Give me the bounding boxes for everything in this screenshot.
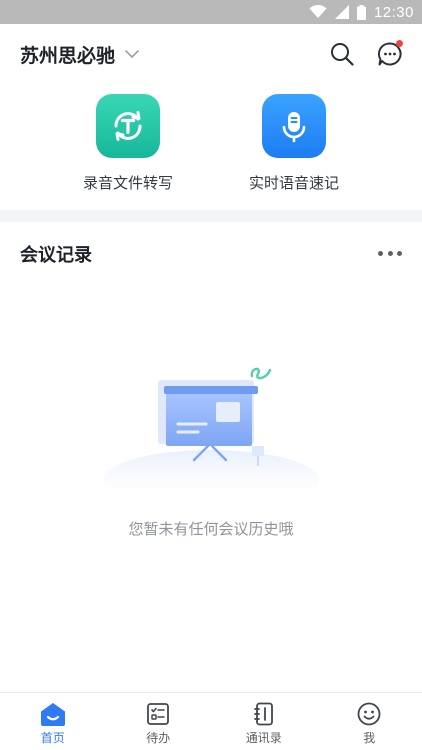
tab-me[interactable]: 我 bbox=[317, 693, 422, 750]
tab-todo[interactable]: 待办 bbox=[106, 693, 212, 750]
search-icon bbox=[331, 43, 354, 66]
wifi-icon bbox=[309, 5, 327, 18]
realtime-shorthand-label: 实时语音速记 bbox=[248, 174, 339, 192]
tab-home[interactable]: 首页 bbox=[0, 693, 106, 750]
signal-icon bbox=[334, 5, 349, 19]
presentation-board-icon bbox=[100, 358, 322, 510]
transcribe-icon bbox=[96, 94, 160, 158]
status-time: 12:30 bbox=[373, 3, 414, 21]
realtime-shorthand-button[interactable]: 实时语音速记 bbox=[224, 94, 364, 193]
more-dots-icon[interactable] bbox=[378, 248, 402, 258]
contacts-icon bbox=[251, 701, 277, 727]
tab-bar: 首页 待办 通讯录 我 bbox=[0, 692, 422, 750]
home-icon bbox=[40, 701, 66, 727]
tab-me-label: 我 bbox=[363, 731, 376, 745]
tab-home-label: 首页 bbox=[40, 731, 65, 745]
todo-list-icon bbox=[145, 701, 171, 727]
tab-todo-label: 待办 bbox=[146, 731, 171, 745]
messages-button[interactable] bbox=[376, 40, 404, 68]
notification-dot bbox=[396, 40, 403, 47]
status-bar: 12:30 bbox=[0, 0, 422, 24]
tab-contacts-label: 通讯录 bbox=[245, 731, 282, 745]
file-transcription-label: 录音文件转写 bbox=[82, 174, 173, 192]
microphone-icon bbox=[262, 94, 326, 158]
tab-contacts[interactable]: 通讯录 bbox=[211, 693, 317, 750]
org-name: 苏州思必驰 bbox=[20, 45, 116, 67]
chevron-down-icon bbox=[125, 50, 139, 58]
battery-icon bbox=[356, 4, 366, 20]
file-transcription-button[interactable]: 录音文件转写 bbox=[58, 94, 198, 193]
org-switcher[interactable]: 苏州思必驰 bbox=[20, 41, 139, 68]
section-divider bbox=[0, 210, 422, 222]
quick-actions: 录音文件转写 实时语音速记 bbox=[0, 92, 422, 202]
empty-state-text: 您暂未有任何会议历史哦 bbox=[128, 520, 294, 538]
smiley-icon bbox=[356, 701, 382, 727]
meetings-title: 会议记录 bbox=[20, 245, 92, 266]
status-icons: 12:30 bbox=[309, 3, 414, 21]
search-button[interactable] bbox=[328, 40, 356, 68]
app-header: 苏州思必驰 bbox=[0, 24, 422, 86]
